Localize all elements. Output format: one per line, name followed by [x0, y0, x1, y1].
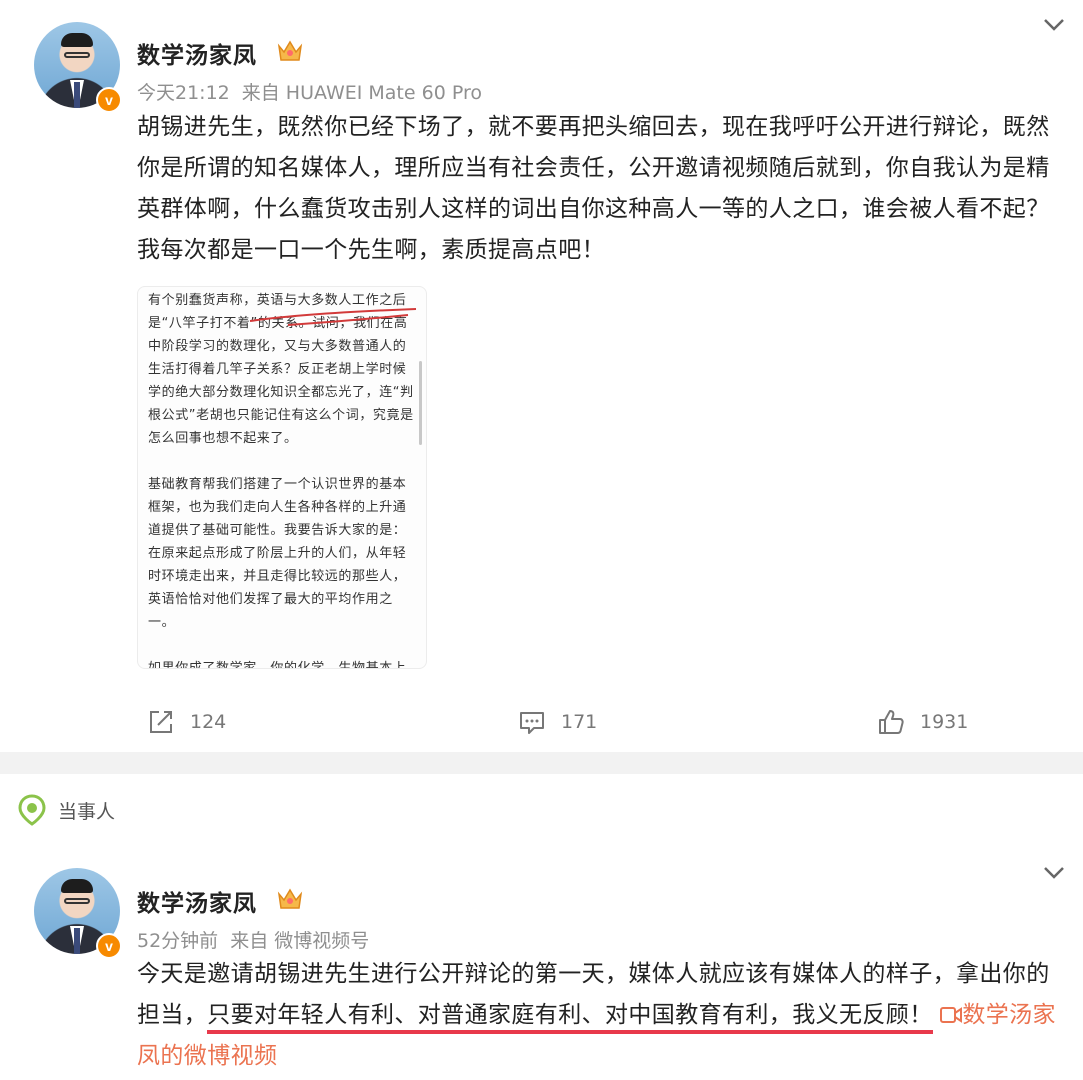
like-count: 1931	[920, 711, 969, 733]
thumbs-up-icon	[879, 710, 904, 734]
chevron-down-icon[interactable]	[1043, 866, 1065, 880]
author-name[interactable]: 数学汤家凤	[137, 884, 257, 918]
party-label: 当事人	[58, 800, 116, 823]
repost-button[interactable]: 124	[146, 704, 226, 740]
repost-icon	[150, 711, 172, 733]
comment-icon	[520, 712, 544, 734]
weibo-post-2: v 数学汤家凤 52分钟前 来自 微博视频号 今天是邀请胡锡进先生进行公开辩论的第…	[0, 846, 1083, 1080]
comment-count: 171	[561, 711, 598, 733]
verified-badge-icon: v	[96, 933, 122, 959]
post-text-underlined: 只要对年轻人有利、对普通家庭有利、对中国教育有利，我义无反顾！	[207, 1002, 933, 1034]
post-image[interactable]: 有个别蠢货声称，英语与大多数人工作之后是“八竿子打不着”的关系。试问，我们在高中…	[137, 286, 427, 669]
author-name[interactable]: 数学汤家凤	[137, 36, 257, 70]
crown-icon	[277, 40, 303, 61]
repost-count: 124	[190, 711, 227, 733]
like-button[interactable]: 1931	[876, 704, 968, 740]
post-time: 今天21:12	[137, 82, 230, 104]
image-paragraph: 基础教育帮我们搭建了一个认识世界的基本框架，也为我们走向人生各种各样的上升通道提…	[148, 477, 407, 630]
comment-button[interactable]: 171	[517, 704, 597, 740]
red-underline-mark	[249, 308, 417, 326]
chevron-down-icon[interactable]	[1043, 18, 1065, 32]
video-icon	[940, 1007, 963, 1023]
post-source: 来自 微博视频号	[230, 930, 370, 952]
party-location-icon	[18, 794, 46, 826]
weibo-post-1: v 数学汤家凤 今天21:12 来自 HUAWEI Mate 60 Pro 胡锡进…	[0, 0, 1083, 752]
post-time: 52分钟前	[137, 930, 219, 952]
party-label-row: 当事人	[18, 790, 115, 830]
crown-icon	[277, 888, 303, 909]
post-meta: 今天21:12 来自 HUAWEI Mate 60 Pro	[137, 78, 482, 105]
post-source: 来自 HUAWEI Mate 60 Pro	[241, 82, 482, 104]
post-text: 今天是邀请胡锡进先生进行公开辩论的第一天，媒体人就应该有媒体人的样子，拿出你的担…	[137, 954, 1067, 1077]
image-paragraph: 如果你成了数学家，你的化学、生物基本上自学了；如果你成了一流化学家，数学会用得不	[148, 661, 407, 669]
verified-badge-icon: v	[96, 87, 122, 113]
post-text: 胡锡进先生，既然你已经下场了，就不要再把头缩回去，现在我呼吁公开进行辩论，既然你…	[137, 114, 1050, 263]
image-scrollbar	[419, 361, 422, 445]
action-bar: 124 171 1931	[0, 704, 1083, 740]
section-divider	[0, 752, 1083, 774]
post-meta: 52分钟前 来自 微博视频号	[137, 926, 369, 953]
